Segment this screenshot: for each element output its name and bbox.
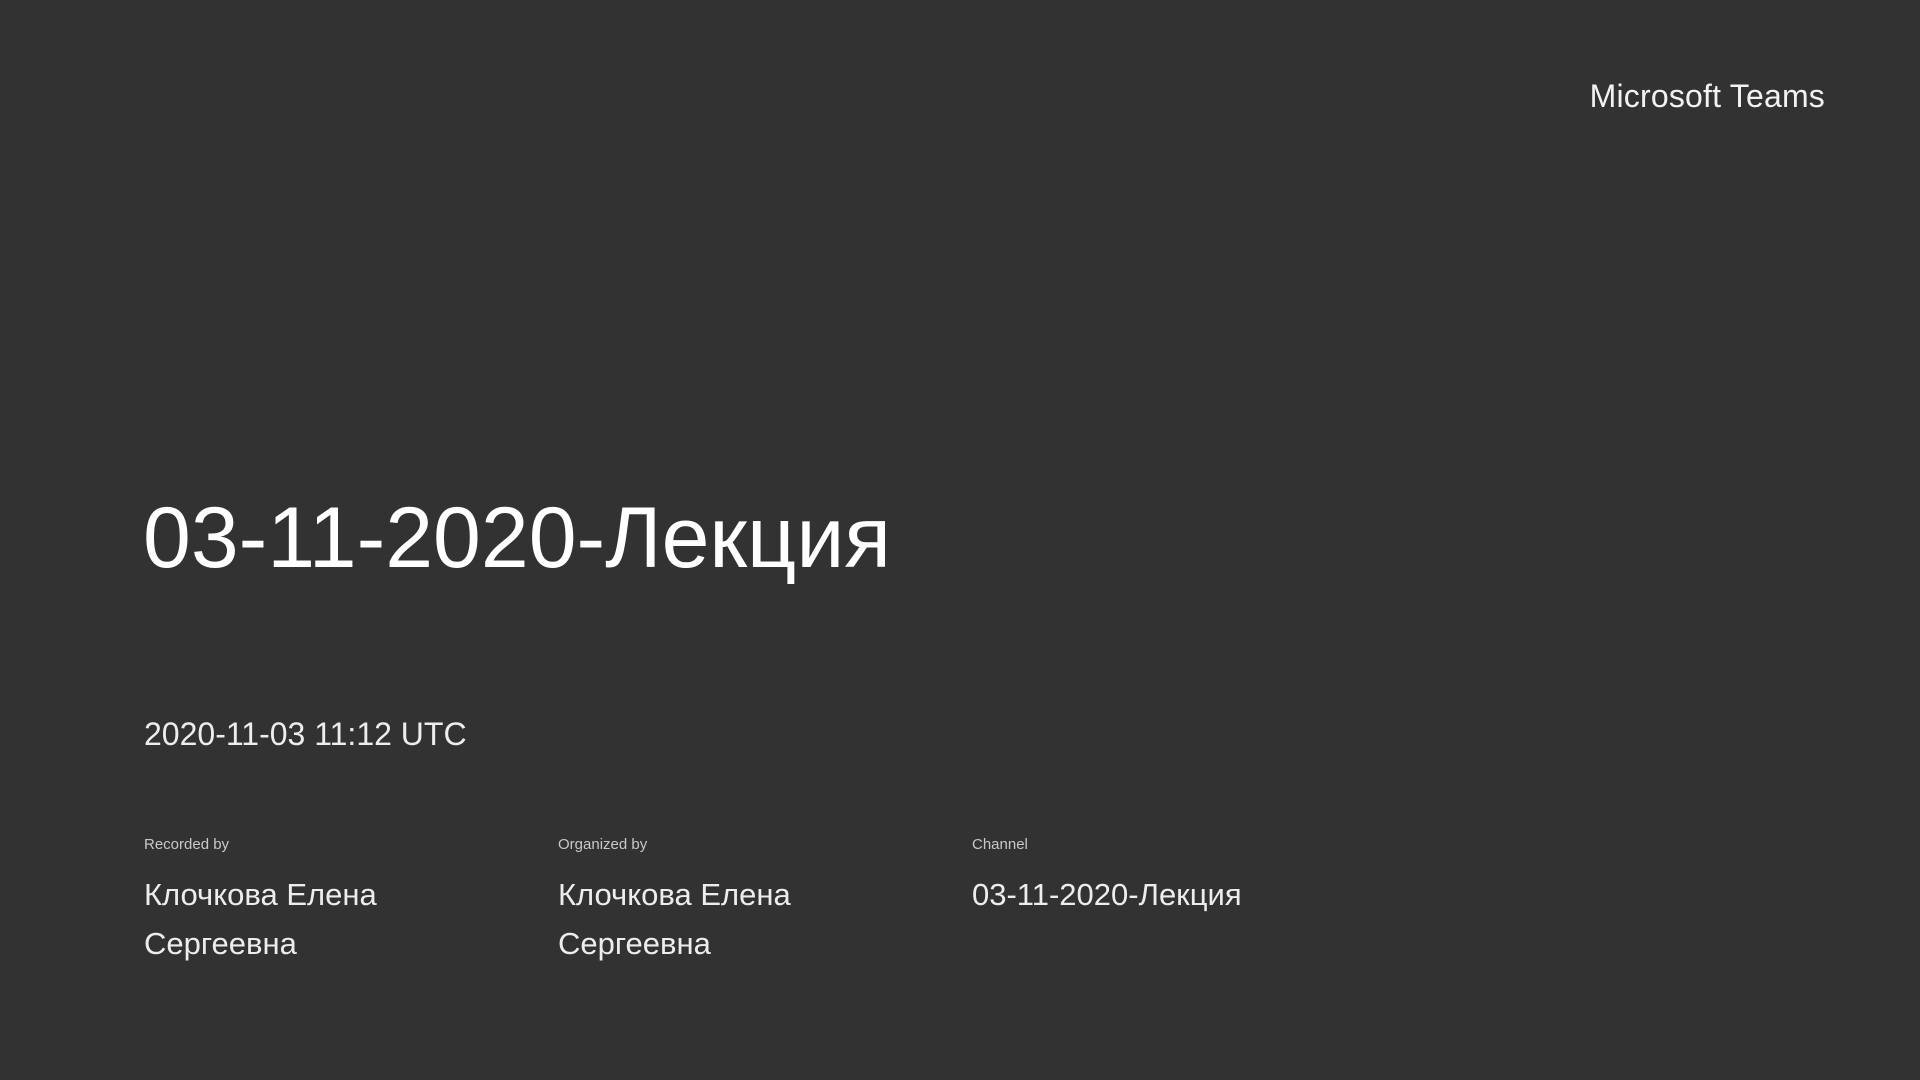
recorded-by-label: Recorded by bbox=[144, 836, 230, 853]
channel-label: Channel bbox=[972, 836, 1028, 853]
organized-by-section: Organized by Клочкова Елена Сергеевна bbox=[558, 836, 972, 968]
recording-metadata: Recorded by Клочкова Елена Сергеевна Org… bbox=[144, 836, 1386, 968]
recording-datetime: 2020-11-03 11:12 UTC bbox=[144, 716, 467, 752]
channel-section: Channel 03-11-2020-Лекция bbox=[972, 836, 1386, 968]
recorded-by-section: Recorded by Клочкова Елена Сергеевна bbox=[144, 836, 558, 968]
recording-title: 03-11-2020-Лекция bbox=[143, 490, 891, 586]
recorded-by-value: Клочкова Елена Сергеевна bbox=[144, 877, 377, 961]
app-brand-label: Microsoft Teams bbox=[1589, 78, 1825, 114]
recording-title-card: Microsoft Teams 03-11-2020-Лекция 2020-1… bbox=[0, 0, 1920, 1080]
organized-by-label: Organized by bbox=[558, 836, 648, 853]
channel-value: 03-11-2020-Лекция bbox=[972, 877, 1242, 912]
organized-by-value: Клочкова Елена Сергеевна bbox=[558, 877, 791, 961]
